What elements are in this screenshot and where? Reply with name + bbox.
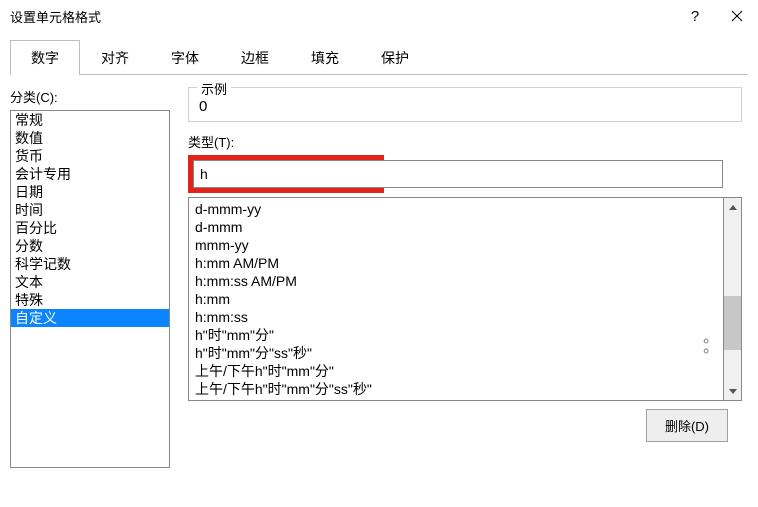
- format-option[interactable]: h:mm:ss AM/PM: [189, 272, 723, 290]
- type-list-scrollbar[interactable]: [724, 197, 742, 401]
- category-item[interactable]: 常规: [11, 111, 169, 129]
- format-option[interactable]: mmm-yy: [189, 236, 723, 254]
- format-option[interactable]: h:mm: [189, 290, 723, 308]
- scroll-track[interactable]: [724, 216, 741, 382]
- category-item[interactable]: 分数: [11, 237, 169, 255]
- scroll-down-arrow[interactable]: [724, 382, 741, 400]
- category-label: 分类(C):: [10, 87, 58, 106]
- category-listbox[interactable]: 常规数值货币会计专用日期时间百分比分数科学记数文本特殊自定义: [10, 110, 170, 468]
- scroll-up-arrow[interactable]: [724, 198, 741, 216]
- tab-0[interactable]: 数字: [10, 40, 80, 75]
- category-item[interactable]: 数值: [11, 129, 169, 147]
- category-item[interactable]: 时间: [11, 201, 169, 219]
- tabs-container: 数字对齐字体边框填充保护: [0, 32, 758, 75]
- format-option[interactable]: h:mm AM/PM: [189, 254, 723, 272]
- delete-button[interactable]: 删除(D): [646, 409, 728, 442]
- category-item[interactable]: 自定义: [11, 309, 169, 327]
- category-item[interactable]: 科学记数: [11, 255, 169, 273]
- close-button[interactable]: [716, 0, 758, 32]
- tab-4[interactable]: 填充: [290, 40, 360, 75]
- scroll-handle[interactable]: [724, 296, 741, 350]
- category-item[interactable]: 会计专用: [11, 165, 169, 183]
- type-label: 类型(T):: [188, 132, 234, 151]
- type-input[interactable]: [193, 160, 723, 188]
- category-item[interactable]: 文本: [11, 273, 169, 291]
- category-item[interactable]: 日期: [11, 183, 169, 201]
- tab-3[interactable]: 边框: [220, 40, 290, 75]
- format-option[interactable]: h"时"mm"分"ss"秒": [189, 344, 723, 362]
- tab-5[interactable]: 保护: [360, 40, 430, 75]
- titlebar: 设置单元格格式 ?: [0, 0, 758, 32]
- format-option[interactable]: d-mmm-yy: [189, 200, 723, 218]
- format-option[interactable]: h:mm:ss: [189, 308, 723, 326]
- format-option[interactable]: h"时"mm"分": [189, 326, 723, 344]
- category-item[interactable]: 百分比: [11, 219, 169, 237]
- type-input-highlight: [188, 155, 384, 193]
- format-option[interactable]: d-mmm: [189, 218, 723, 236]
- sample-group-title: 示例: [197, 79, 231, 98]
- sample-group: 示例 0: [188, 87, 742, 122]
- help-button[interactable]: ?: [674, 0, 716, 32]
- tab-2[interactable]: 字体: [150, 40, 220, 75]
- type-format-listbox[interactable]: d-mmm-yyd-mmmmmm-yyh:mm AM/PMh:mm:ss AM/…: [188, 197, 724, 401]
- format-option[interactable]: 上午/下午h"时"mm"分": [189, 362, 723, 380]
- window-title: 设置单元格格式: [10, 7, 674, 26]
- close-icon: [731, 10, 743, 22]
- scroll-grip-icon: ⚬⚬: [700, 336, 712, 356]
- sample-value: 0: [199, 98, 731, 115]
- delete-button-label: 删除(D): [665, 419, 709, 434]
- category-item[interactable]: 特殊: [11, 291, 169, 309]
- tab-1[interactable]: 对齐: [80, 40, 150, 75]
- format-option[interactable]: 上午/下午h"时"mm"分"ss"秒": [189, 380, 723, 398]
- category-item[interactable]: 货币: [11, 147, 169, 165]
